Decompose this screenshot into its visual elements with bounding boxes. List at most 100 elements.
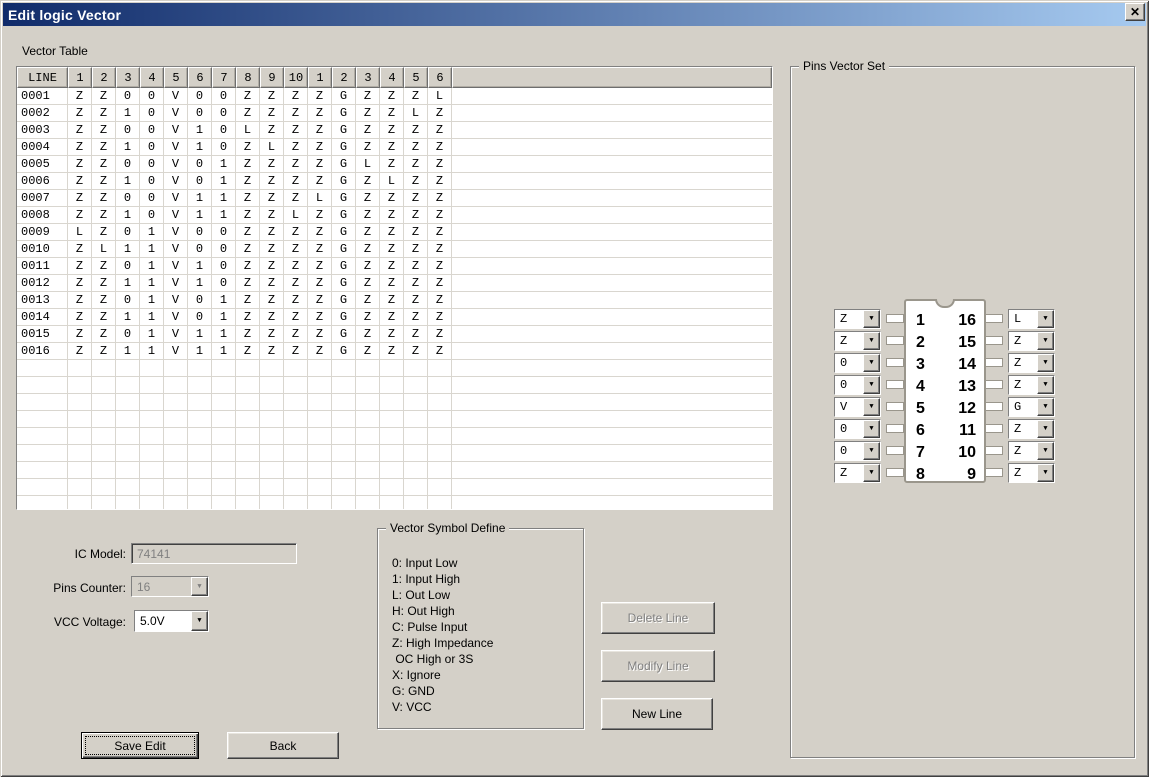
vector-cell[interactable]: Z <box>308 156 332 173</box>
line-number-cell[interactable]: 0016 <box>17 343 68 360</box>
vector-cell[interactable]: Z <box>356 105 380 122</box>
vector-cell[interactable]: Z <box>284 156 308 173</box>
dropdown-arrow-icon[interactable]: ▼ <box>1037 464 1054 482</box>
vector-cell[interactable]: G <box>332 105 356 122</box>
table-row[interactable]: 0001ZZ00V00ZZZZGZZZL <box>17 88 772 105</box>
vector-cell[interactable]: 0 <box>188 224 212 241</box>
vector-cell[interactable]: V <box>164 207 188 224</box>
vector-cell[interactable]: 0 <box>212 139 236 156</box>
vector-cell[interactable]: V <box>164 156 188 173</box>
vector-cell[interactable]: 0 <box>212 275 236 292</box>
vector-cell[interactable]: Z <box>308 275 332 292</box>
vector-cell[interactable]: Z <box>236 343 260 360</box>
vector-cell[interactable]: 1 <box>116 139 140 156</box>
vector-cell[interactable]: Z <box>236 173 260 190</box>
vector-cell[interactable]: Z <box>356 326 380 343</box>
vector-cell[interactable]: G <box>332 343 356 360</box>
vector-cell[interactable]: Z <box>428 343 452 360</box>
vector-cell[interactable]: Z <box>308 343 332 360</box>
line-number-cell[interactable]: 0007 <box>17 190 68 207</box>
line-number-cell[interactable]: 0003 <box>17 122 68 139</box>
vector-cell[interactable]: Z <box>380 326 404 343</box>
vector-cell[interactable]: Z <box>284 343 308 360</box>
vector-cell[interactable]: Z <box>92 122 116 139</box>
pin-12-vector-select[interactable]: G▼ <box>1008 397 1055 417</box>
vector-cell[interactable]: Z <box>284 292 308 309</box>
vector-cell[interactable]: Z <box>284 326 308 343</box>
vector-cell[interactable]: Z <box>356 224 380 241</box>
vector-cell[interactable]: 0 <box>116 190 140 207</box>
vector-cell[interactable]: Z <box>284 309 308 326</box>
vector-cell[interactable]: 0 <box>116 88 140 105</box>
vector-cell[interactable]: G <box>332 156 356 173</box>
vector-cell[interactable]: 1 <box>212 173 236 190</box>
vector-cell[interactable]: 1 <box>188 326 212 343</box>
vector-cell[interactable]: Z <box>380 139 404 156</box>
vector-cell[interactable]: Z <box>428 309 452 326</box>
vector-cell[interactable]: Z <box>380 156 404 173</box>
vector-cell[interactable]: Z <box>380 224 404 241</box>
vector-cell[interactable]: Z <box>68 139 92 156</box>
vector-cell[interactable]: G <box>332 190 356 207</box>
vector-cell[interactable]: V <box>164 343 188 360</box>
line-number-cell[interactable]: 0009 <box>17 224 68 241</box>
line-number-cell[interactable]: 0004 <box>17 139 68 156</box>
vector-cell[interactable]: Z <box>236 309 260 326</box>
vector-cell[interactable]: Z <box>356 88 380 105</box>
vector-cell[interactable]: Z <box>380 122 404 139</box>
table-row[interactable]: 0004ZZ10V10ZLZZGZZZZ <box>17 139 772 156</box>
table-row[interactable]: 0016ZZ11V11ZZZZGZZZZ <box>17 343 772 360</box>
vector-cell[interactable]: Z <box>356 309 380 326</box>
vector-cell[interactable]: Z <box>236 224 260 241</box>
dropdown-arrow-icon[interactable]: ▼ <box>1037 354 1054 372</box>
vector-cell[interactable]: 1 <box>212 156 236 173</box>
vector-cell[interactable]: Z <box>428 139 452 156</box>
vector-cell[interactable]: L <box>404 105 428 122</box>
vector-cell[interactable]: Z <box>92 309 116 326</box>
vector-cell[interactable]: Z <box>404 139 428 156</box>
vector-cell[interactable]: Z <box>68 88 92 105</box>
dropdown-arrow-icon[interactable]: ▼ <box>863 464 880 482</box>
vector-cell[interactable]: Z <box>404 156 428 173</box>
dropdown-arrow-icon[interactable]: ▼ <box>1037 442 1054 460</box>
line-number-cell[interactable]: 0015 <box>17 326 68 343</box>
line-number-cell[interactable]: 0013 <box>17 292 68 309</box>
vector-cell[interactable]: 0 <box>140 207 164 224</box>
vector-cell[interactable]: L <box>236 122 260 139</box>
vector-cell[interactable]: 1 <box>140 326 164 343</box>
vector-cell[interactable]: 1 <box>188 139 212 156</box>
table-row[interactable]: 0005ZZ00V01ZZZZGLZZZ <box>17 156 772 173</box>
line-number-cell[interactable]: 0014 <box>17 309 68 326</box>
table-row[interactable]: 0007ZZ00V11ZZZLGZZZZ <box>17 190 772 207</box>
vector-cell[interactable]: 1 <box>188 122 212 139</box>
vector-cell[interactable]: Z <box>356 207 380 224</box>
vector-cell[interactable]: Z <box>404 190 428 207</box>
vector-cell[interactable]: G <box>332 88 356 105</box>
vector-cell[interactable]: Z <box>428 326 452 343</box>
vector-cell[interactable]: Z <box>260 105 284 122</box>
vector-cell[interactable]: Z <box>260 156 284 173</box>
vector-cell[interactable]: 1 <box>116 207 140 224</box>
vector-cell[interactable]: 1 <box>116 309 140 326</box>
vector-cell[interactable]: Z <box>308 224 332 241</box>
vector-cell[interactable]: Z <box>260 173 284 190</box>
vector-cell[interactable]: V <box>164 309 188 326</box>
vector-cell[interactable]: Z <box>356 292 380 309</box>
pin-2-vector-select[interactable]: Z▼ <box>834 331 881 351</box>
vector-cell[interactable]: 0 <box>140 156 164 173</box>
vector-cell[interactable]: Z <box>404 258 428 275</box>
vector-cell[interactable]: Z <box>68 105 92 122</box>
vector-cell[interactable]: Z <box>356 122 380 139</box>
vector-cell[interactable]: Z <box>284 139 308 156</box>
vector-cell[interactable]: V <box>164 275 188 292</box>
pin-9-vector-select[interactable]: Z▼ <box>1008 463 1055 483</box>
vector-cell[interactable]: Z <box>356 241 380 258</box>
vector-cell[interactable]: 1 <box>116 275 140 292</box>
vector-cell[interactable]: L <box>356 156 380 173</box>
dropdown-arrow-icon[interactable]: ▼ <box>863 398 880 416</box>
pin-8-vector-select[interactable]: Z▼ <box>834 463 881 483</box>
vector-cell[interactable]: L <box>260 139 284 156</box>
vector-cell[interactable]: 0 <box>188 105 212 122</box>
vector-cell[interactable]: Z <box>68 258 92 275</box>
vector-cell[interactable]: 0 <box>188 241 212 258</box>
